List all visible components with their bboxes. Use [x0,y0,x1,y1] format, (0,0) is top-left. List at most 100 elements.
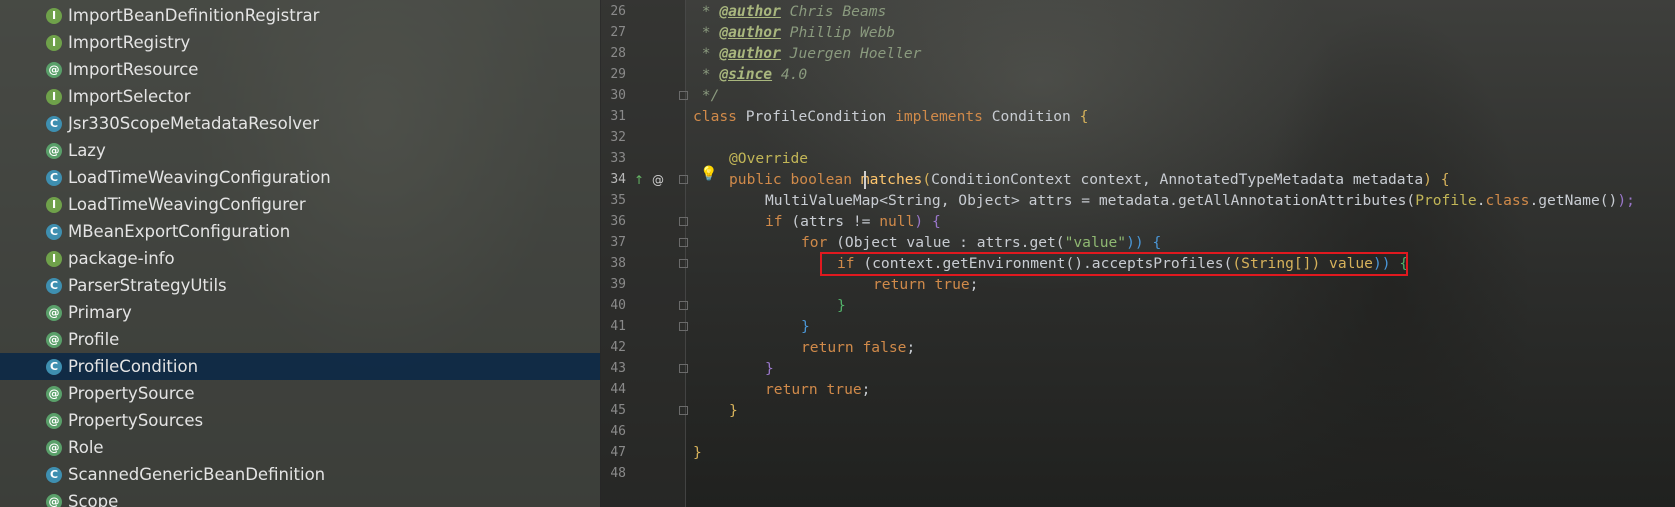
tree-item-label: ParserStrategyUtils [68,276,227,295]
intention-bulb-icon[interactable]: 💡 [700,167,717,181]
tree-item-label: Jsr330ScopeMetadataResolver [68,114,319,133]
code-text: . [1476,192,1486,209]
tree-item[interactable]: I LoadTimeWeavingConfigurer [0,191,600,218]
tree-item-label: ImportSelector [68,87,191,106]
tree-item[interactable]: I ImportBeanDefinitionRegistrar [0,2,600,29]
code-line-26[interactable]: * @author Chris Beams [693,1,887,22]
code-line-36[interactable]: if (attrs != null) { [765,211,941,232]
tree-item[interactable]: @ Profile [0,326,600,353]
paren: ) [914,213,932,230]
project-tree[interactable]: I ImportBeanDefinitionRegistrar I ImportRe… [0,0,600,507]
line-number: 39 [610,277,626,292]
tree-item[interactable]: @ PropertySources [0,407,600,434]
tree-item[interactable]: C ParserStrategyUtils [0,272,600,299]
code-line-43[interactable]: } [765,358,774,379]
fold-marker-icon[interactable] [679,259,688,268]
brace: { [1152,234,1162,251]
code-line-30[interactable]: */ [693,85,720,106]
brace: } [765,360,774,377]
line-number: 26 [610,4,626,19]
tree-item[interactable]: @ Scope [0,488,600,507]
code-line-47[interactable]: } [693,442,702,463]
code-line-35[interactable]: MultiValueMap<String, Object> attrs = me… [765,190,1635,211]
paren: ); [1617,192,1635,209]
tree-item[interactable]: Ipackage-info [0,245,600,272]
tree-item-label: Lazy [68,141,106,160]
line-number: 36 [610,214,626,229]
code-line-27[interactable]: * @author Phillip Webb [693,22,895,43]
fold-marker-icon[interactable] [679,301,688,310]
line-number: 48 [610,466,626,481]
code-line-45[interactable]: } [729,400,738,421]
code-line-34[interactable]: public boolean matches(ConditionContext … [729,169,1450,190]
fold-marker-icon[interactable] [679,322,688,331]
fold-marker-icon[interactable] [679,238,688,247]
fold-marker-icon[interactable] [679,406,688,415]
tree-item-label: LoadTimeWeavingConfigurer [68,195,306,214]
interface-icon: I [46,251,62,267]
code-line-39[interactable]: return true; [873,274,978,295]
code-line-44[interactable]: return true; [765,379,870,400]
code-line-28[interactable]: * @author Juergen Hoeller [693,43,922,64]
code-text: MultiValueMap<String, Object> attrs = me… [765,192,1416,209]
keyword: return true [873,276,970,293]
tree-item[interactable]: C MBeanExportConfiguration [0,218,600,245]
fold-marker-icon[interactable] [679,217,688,226]
tree-item-label: Scope [68,492,119,507]
fold-marker-icon[interactable] [679,175,688,184]
code-line-37[interactable]: for (Object value : attrs.get("value")) … [801,232,1161,253]
keyword: implements [895,108,983,125]
tree-item[interactable]: C ScannedGenericBeanDefinition [0,461,600,488]
brace: { [1440,171,1450,188]
fold-marker-icon[interactable] [679,91,688,100]
tree-item[interactable]: @ Primary [0,299,600,326]
keyword: class [1485,192,1530,209]
tree-item[interactable]: I ImportRegistry [0,29,600,56]
line-number: 41 [610,319,626,334]
highlight-annotation-box [820,252,1408,276]
override-marker-icon[interactable]: @ [652,173,664,187]
line-number-current: 34 [610,172,626,187]
line-number: 44 [610,382,626,397]
tree-item[interactable]: @ Role [0,434,600,461]
tree-item[interactable]: I ImportSelector [0,83,600,110]
code-text: ; [906,339,916,356]
code-line-42[interactable]: return false; [801,337,915,358]
paren: ) [1423,171,1441,188]
tree-item[interactable]: C Jsr330ScopeMetadataResolver [0,110,600,137]
comment-text: * [693,66,720,83]
string-literal: "value" [1064,234,1127,251]
interface-icon: I [46,8,62,24]
code-text: .getName() [1529,192,1618,209]
ide-window: I ImportBeanDefinitionRegistrar I ImportRe… [0,0,1675,507]
tree-item[interactable]: @ Lazy [0,137,600,164]
line-number: 31 [610,109,626,124]
comment-text: Phillip Webb [780,24,896,41]
code-line-40[interactable]: } [837,295,846,316]
code-line-41[interactable]: } [801,316,810,337]
line-number: 43 [610,361,626,376]
tree-item[interactable]: @ PropertySource [0,380,600,407]
code-text: (attrs != [782,213,880,230]
code-line-29[interactable]: * @since 4.0 [693,64,807,85]
line-number: 40 [610,298,626,313]
line-number: 28 [610,46,626,61]
code-line-33[interactable]: @Override [729,148,808,169]
tree-item-selected[interactable]: C ProfileCondition [0,353,600,380]
brace: { [1079,108,1089,125]
code-line-31[interactable]: class ProfileCondition implements Condit… [693,106,1088,127]
fold-marker-icon[interactable] [679,364,688,373]
brace: } [729,402,738,419]
tree-item-label: PropertySources [68,411,204,430]
line-number: 27 [610,25,626,40]
brace: } [801,318,810,335]
class-icon: C [46,278,62,294]
tree-item[interactable]: C LoadTimeWeavingConfiguration [0,164,600,191]
implements-method-icon[interactable]: ↑ [634,173,644,187]
class-name: ProfileCondition [736,108,896,125]
annotation-icon: @ [46,143,62,159]
tree-item[interactable]: @ ImportResource [0,56,600,83]
keyword: public boolean [729,171,861,188]
interface-name: Condition [982,108,1080,125]
class-icon: C [46,467,62,483]
